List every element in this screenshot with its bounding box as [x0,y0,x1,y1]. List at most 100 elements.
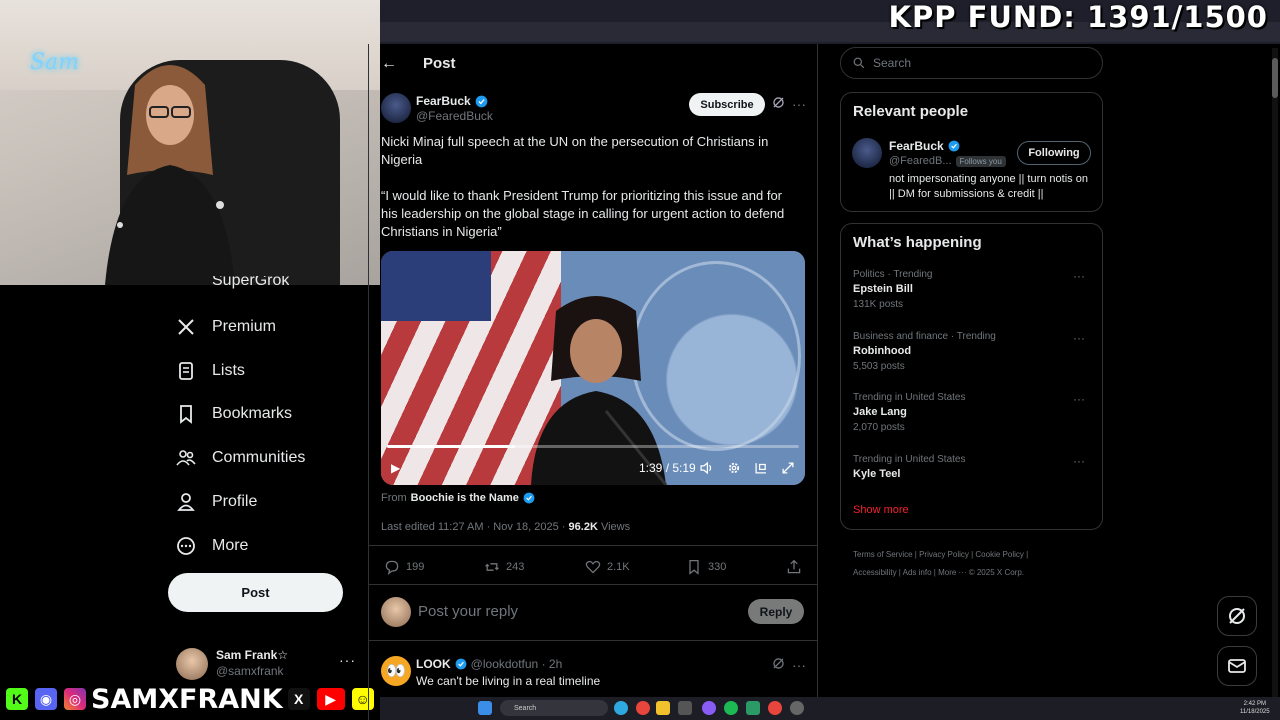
messages-fab[interactable] [1217,646,1257,686]
sidebar-item-supergrok[interactable]: SuperGrok [176,276,289,294]
trend-category: Trending in United States [853,454,966,465]
avatar [176,648,208,680]
bookmark-action[interactable]: 330 [686,559,726,575]
grok-fab[interactable] [1217,596,1257,636]
grok-icon [1229,608,1245,624]
post-text-quote: “I would like to thank President Trump f… [381,188,785,239]
repost-action[interactable]: 243 [484,559,524,575]
video-progress-fill [387,445,515,448]
trend-more-icon[interactable]: ··· [1073,454,1085,468]
divider [368,584,818,585]
page-scrollbar[interactable] [1272,48,1278,698]
footer-line[interactable]: Accessibility | Ads info | More ··· © 20… [853,564,1093,582]
reply-text: We can't be living in a real timeline [416,674,601,688]
sidebar-item-profile[interactable]: Profile [176,492,257,512]
trend-count: 131K posts [853,299,904,310]
trend-item[interactable]: Politics · Trending Epstein Bill 131K po… [853,269,1093,310]
reply-action[interactable]: 199 [384,559,424,575]
post-more-icon[interactable]: ··· [792,96,806,112]
relevant-avatar[interactable] [852,138,882,168]
author-name[interactable]: FearBuck [416,94,488,108]
account-switcher[interactable]: Sam Frank☆ @samxfrank ··· [176,646,356,682]
divider [368,640,818,641]
edge-icon[interactable] [614,701,628,715]
sidebar-item-bookmarks[interactable]: Bookmarks [176,404,292,424]
fullscreen-icon[interactable] [781,461,795,475]
scrollbar-thumb[interactable] [1272,58,1278,98]
folder-icon[interactable] [656,701,670,715]
app-icon[interactable] [702,701,716,715]
like-count: 2.1K [607,561,630,573]
taskbar-search[interactable]: Search [500,700,608,716]
post-timestamp[interactable]: Last edited 11:27 AM · Nov 18, 2025 · [381,521,569,533]
volume-icon[interactable] [699,461,713,475]
trend-more-icon[interactable]: ··· [1073,331,1085,345]
trend-more-icon[interactable]: ··· [1073,269,1085,283]
sidebar-item-communities[interactable]: Communities [176,448,305,468]
sidebar-item-label: Communities [212,449,306,466]
play-icon[interactable]: ▶ [391,461,400,475]
back-arrow-icon[interactable]: ← [381,55,397,73]
sidebar-item-more[interactable]: More [176,536,248,556]
show-more-link[interactable]: Show more [853,504,909,516]
spotify-icon[interactable] [724,701,738,715]
reply-author[interactable]: LOOK @lookdotfun · 2h [416,657,562,671]
store-icon[interactable] [678,701,692,715]
app-icon[interactable] [746,701,760,715]
trend-item[interactable]: Trending in United States Kyle Teel ··· [853,454,1093,480]
neon-sign: Sam [30,50,80,75]
search-placeholder: Search [873,56,912,70]
grok-icon[interactable] [772,96,785,109]
reply-input[interactable]: Post your reply [418,603,518,620]
taskbar-clock[interactable]: 2:42 PM 11/18/2025 [1240,700,1270,716]
follows-you-badge: Follows you [955,155,1006,167]
following-button[interactable]: Following [1017,141,1091,165]
reply-more-icon[interactable]: ··· [792,657,806,673]
settings-gear-icon[interactable] [727,461,741,475]
video-scrubber[interactable] [387,445,799,448]
reply-author-avatar[interactable]: 👀 [381,656,411,686]
start-icon[interactable] [478,701,492,715]
picture-in-picture-icon[interactable] [754,461,768,475]
chrome-icon[interactable] [768,701,782,715]
avatar [381,597,411,627]
sidebar-item-label: Profile [212,493,258,510]
instagram-icon: ◎ [62,686,88,712]
trend-more-icon[interactable]: ··· [1073,392,1085,406]
repost-count: 243 [506,561,525,573]
trend-item[interactable]: Trending in United States Jake Lang 2,07… [853,392,1093,433]
streamer-figure [105,65,235,285]
subscribe-button[interactable]: Subscribe [689,93,765,116]
settings-icon[interactable] [790,701,804,715]
reply-icon [385,560,399,575]
account-more-icon[interactable]: ··· [339,652,356,668]
list-icon [179,362,193,380]
footer-line[interactable]: Terms of Service | Privacy Policy | Cook… [853,546,1093,564]
reply-handle-time: @lookdotfun · 2h [470,657,563,671]
sidebar-item-lists[interactable]: Lists [176,361,245,381]
trend-item[interactable]: Business and finance · Trending Robinhoo… [853,331,1093,372]
relevant-name[interactable]: FearBuck [889,139,960,153]
sidebar-item-label: Lists [212,362,245,379]
footer-links[interactable]: Terms of Service | Privacy Policy | Cook… [853,546,1093,582]
share-action[interactable] [786,559,802,575]
heart-icon [585,560,601,574]
search-input[interactable]: Search [840,47,1103,79]
card-title: Relevant people [853,103,969,120]
post-button[interactable]: Post [168,573,343,612]
author-handle[interactable]: @FearedBuck [416,109,493,123]
bookmark-icon [180,405,192,424]
sidebar-item-premium[interactable]: Premium [176,317,276,337]
author-avatar[interactable] [381,93,411,123]
like-action[interactable]: 2.1K [585,559,630,575]
search-icon [853,57,865,69]
reply-button[interactable]: Reply [748,599,804,624]
repost-icon [485,563,499,571]
video-player[interactable]: ▶ 1:39 / 5:19 [381,251,805,485]
page-title: Post [423,55,456,72]
grok-icon[interactable] [772,657,785,670]
chrome-icon[interactable] [636,701,650,715]
video-source-name[interactable]: Boochie is the Name [411,492,519,504]
views-count: 96.2K [568,521,598,533]
trend-title: Robinhood [853,345,912,357]
